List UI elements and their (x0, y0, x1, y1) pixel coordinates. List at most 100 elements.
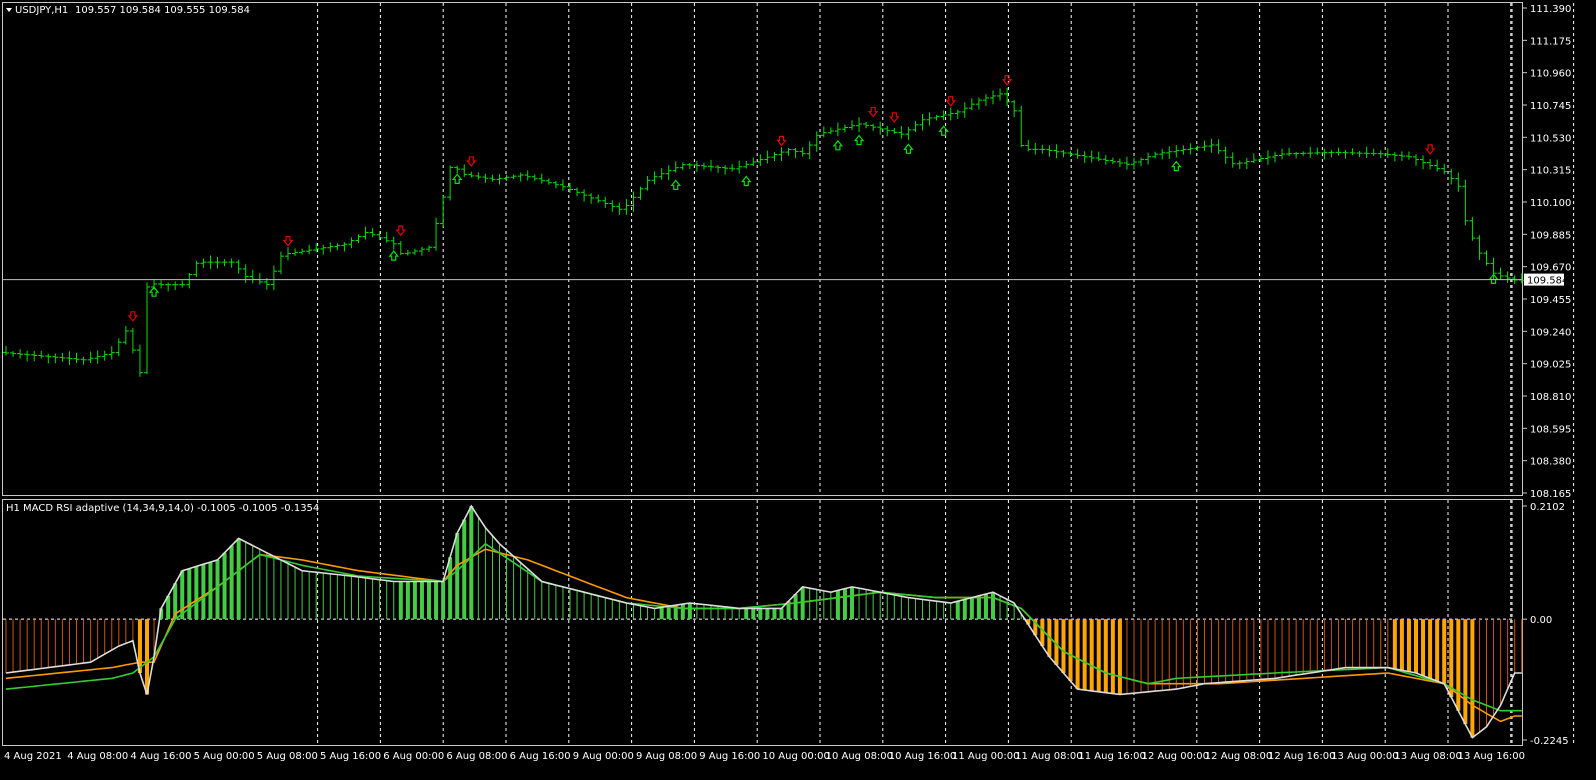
histogram-bar (562, 586, 564, 620)
price-bar (362, 226, 369, 240)
price-bar (256, 273, 263, 285)
price-bar (792, 147, 799, 159)
histogram-bar (194, 566, 199, 620)
price-bar (101, 350, 108, 361)
price-bar (461, 164, 468, 177)
current-price-line: 109.584 (3, 273, 1568, 287)
histogram-bar (1521, 619, 1523, 673)
histogram-bar (604, 597, 606, 620)
histogram-bar (343, 575, 345, 620)
indicator-title: H1 MACD RSI adaptive (14,34,9,14,0) -0.1… (6, 503, 319, 514)
indicator-tick-label: 0.00 (1530, 615, 1552, 626)
price-tick-label: 109.240 (1530, 327, 1571, 338)
histogram-bar (1507, 619, 1509, 690)
price-bar (1441, 163, 1448, 175)
price-bar (299, 248, 306, 255)
price-bar (1243, 157, 1250, 169)
current-price-tag-label: 109.584 (1527, 276, 1568, 287)
histogram-bar (287, 563, 289, 620)
histogram-bar (434, 581, 439, 620)
histogram-bar (365, 577, 367, 620)
histogram-bar (1345, 619, 1346, 668)
histogram-bar (976, 595, 981, 620)
price-bar (947, 107, 954, 121)
price-bar (1025, 139, 1032, 152)
histogram-bar (379, 579, 381, 620)
sell-arrow-icon (945, 96, 956, 107)
price-bar (1060, 150, 1067, 158)
trading-chart[interactable]: 111.390 111.175 110.960 110.745 110.530 110.3… (0, 0, 1596, 780)
histogram-bar (1126, 619, 1128, 694)
indicator-tick-label: 0.2102 (1530, 502, 1565, 513)
buy-arrow-icon (1171, 160, 1182, 172)
symbol-header[interactable]: USDJPY,H1 109.557 109.584 109.555 109.58… (6, 5, 250, 16)
histogram-bar (398, 581, 403, 620)
sell-arrow-icon (776, 135, 787, 147)
histogram-bar (858, 588, 860, 620)
price-bar (1342, 150, 1349, 159)
time-tick-label: 9 Aug 00:00 (573, 751, 634, 762)
histogram-bar (111, 619, 113, 651)
price-bar (228, 258, 235, 268)
time-tick-label: 10 Aug 00:00 (762, 751, 829, 762)
histogram-bar (1316, 619, 1318, 672)
histogram-bar (590, 594, 592, 620)
time-tick-label: 12 Aug 00:00 (1142, 751, 1209, 762)
price-bar (665, 165, 672, 181)
histogram-bar (1456, 619, 1461, 711)
price-bar (433, 217, 440, 251)
histogram-bar (259, 549, 261, 620)
sell-arrow-icon (1001, 75, 1013, 86)
time-tick-label: 6 Aug 16:00 (510, 751, 571, 762)
histogram-bar (900, 596, 902, 620)
time-tick-label: 9 Aug 08:00 (636, 751, 697, 762)
price-tick-label: 110.960 (1530, 69, 1571, 80)
histogram-bar (104, 619, 106, 655)
histogram-bar (294, 567, 296, 620)
price-bar (249, 269, 256, 284)
price-bar (1215, 139, 1222, 155)
histogram-bar (1470, 619, 1475, 738)
histogram-bar (358, 576, 359, 620)
price-bar (1384, 148, 1391, 159)
histogram-bar (1189, 619, 1191, 687)
buy-arrow-icon (670, 179, 681, 191)
price-tick-label: 109.455 (1530, 295, 1571, 306)
histogram-bar (751, 608, 756, 620)
price-bar (1102, 155, 1109, 165)
histogram-bar (1406, 619, 1411, 672)
histogram-bar (33, 619, 35, 670)
price-bar (292, 248, 299, 256)
time-tick-label: 4 Aug 08:00 (67, 751, 128, 762)
price-bar (1046, 145, 1053, 157)
price-bar (221, 259, 228, 267)
price-tick-label: 109.670 (1530, 263, 1571, 274)
histogram-bar (266, 552, 268, 620)
histogram-bar (1089, 619, 1094, 691)
histogram-bar (1449, 619, 1454, 698)
price-bar (1159, 148, 1166, 160)
price-bar (1152, 151, 1159, 159)
price-bar (1370, 148, 1377, 157)
price-bar (1074, 149, 1081, 159)
price-bar (644, 176, 651, 191)
price-bar (31, 350, 38, 362)
price-bar (1518, 273, 1525, 284)
price-bar (912, 121, 919, 133)
price-bar (1335, 147, 1342, 156)
histogram-bar (1478, 619, 1480, 733)
price-bar (59, 352, 66, 362)
histogram-bar (991, 592, 995, 620)
time-tick-label: 4 Aug 16:00 (130, 751, 191, 762)
price-bar (997, 88, 1004, 101)
time-tick-label: 5 Aug 16:00 (320, 751, 381, 762)
price-bar (1229, 152, 1236, 168)
price-bar (574, 187, 581, 197)
chevron-down-icon[interactable] (6, 8, 12, 12)
price-bar (235, 259, 242, 274)
histogram-bar (1514, 619, 1516, 673)
price-bar (1427, 159, 1434, 170)
price-bar (975, 97, 982, 110)
histogram-bar (1373, 619, 1375, 668)
price-bar (588, 193, 595, 204)
